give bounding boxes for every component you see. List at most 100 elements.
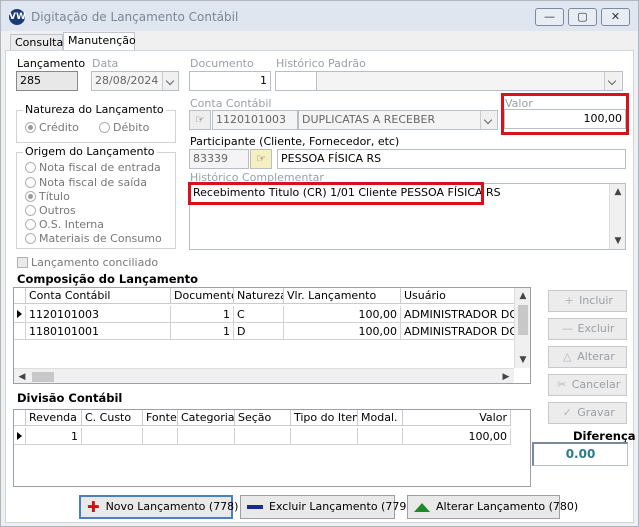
table-row[interactable]: 1180101001	[26, 323, 171, 340]
minimize-icon: —	[544, 10, 555, 23]
scroll-up-icon[interactable]: ▲	[515, 288, 530, 304]
composicao-grid: Conta Contábil Documento Natureza Vlr. L…	[13, 287, 531, 384]
cancelar-button[interactable]: ✂ Cancelar	[548, 374, 627, 396]
data-label: Data	[92, 57, 119, 70]
row-indicator-icon	[14, 306, 26, 323]
scroll-left-icon[interactable]: ◀	[14, 369, 30, 383]
scroll-down-icon[interactable]: ▼	[515, 352, 530, 368]
triangle-icon	[414, 502, 430, 512]
col-usuario[interactable]: Usuário	[401, 288, 515, 304]
table-row[interactable]: C	[234, 306, 284, 323]
origem-nf-entrada-radio[interactable]: Nota fiscal de entrada	[25, 161, 161, 174]
window-title: Digitação de Lançamento Contábil	[31, 10, 239, 24]
table-row[interactable]: ADMINISTRADOR DO	[401, 306, 515, 323]
alterar-button[interactable]: △ Alterar	[548, 346, 627, 368]
col-valor[interactable]: Valor	[403, 410, 511, 426]
composicao-hscroll[interactable]: ◀ ▶	[14, 368, 514, 383]
divisao-grid: Revenda C. Custo Fonte Categoria Seção T…	[13, 409, 531, 487]
historico-padrao-dropdown-icon[interactable]	[604, 72, 620, 90]
col-conta-contabil[interactable]: Conta Contábil	[26, 288, 171, 304]
table-row[interactable]: 1	[171, 306, 234, 323]
col-secao[interactable]: Seção	[235, 410, 291, 426]
table-row[interactable]: D	[234, 323, 284, 340]
scroll-right-icon[interactable]: ▶	[498, 369, 514, 383]
table-row[interactable]: 1	[171, 323, 234, 340]
col-fonte[interactable]: Fonte	[143, 410, 178, 426]
col-vlr-lancamento[interactable]: Vlr. Lançamento	[284, 288, 401, 304]
radio-unselected-icon	[25, 162, 36, 173]
natureza-debito-radio[interactable]: Débito	[99, 121, 149, 134]
novo-lancamento-button[interactable]: ✚ Novo Lançamento (778)	[79, 495, 238, 519]
excluir-button[interactable]: — Excluir	[548, 318, 627, 340]
natureza-credito-label: Crédito	[39, 121, 79, 134]
col-natureza[interactable]: Natureza	[234, 288, 284, 304]
table-row[interactable]	[143, 428, 178, 445]
alterar-label: Alterar	[577, 350, 615, 363]
table-row[interactable]	[178, 428, 235, 445]
historico-padrao-select[interactable]	[316, 71, 623, 91]
table-row[interactable]: 100,00	[284, 323, 401, 340]
table-row[interactable]	[82, 428, 143, 445]
origem-nf-saida-radio[interactable]: Nota fiscal de saída	[25, 176, 147, 189]
row-indicator	[14, 323, 26, 340]
conta-contabil-dropdown-icon[interactable]	[480, 111, 496, 129]
excluir-lancamento-button[interactable]: Excluir Lançamento (779)	[240, 495, 411, 519]
col-categoria[interactable]: Categoria	[178, 410, 235, 426]
conta-contabil-select[interactable]: DUPLICATAS A RECEBER	[298, 110, 498, 130]
participante-lookup-hand-icon[interactable]: ☞	[250, 149, 272, 169]
tab-manutencao[interactable]: Manutenção	[63, 32, 136, 51]
participante-code-field[interactable]: 83339	[189, 149, 249, 169]
scroll-down-icon[interactable]: ▼	[610, 233, 626, 249]
origem-os-interna-radio[interactable]: O.S. Interna	[25, 218, 104, 231]
table-row[interactable]: 1120101003	[26, 306, 171, 323]
origem-option-label: Nota fiscal de entrada	[39, 161, 161, 174]
conta-lookup-hand-icon[interactable]: ☞	[189, 110, 211, 130]
alterar-lancamento-button[interactable]: Alterar Lançamento (780)	[407, 495, 578, 519]
incluir-button[interactable]: + Incluir	[548, 290, 627, 312]
origem-materiais-radio[interactable]: Materiais de Consumo	[25, 232, 162, 245]
radio-unselected-icon	[99, 122, 110, 133]
conciliado-checkbox[interactable]: Lançamento conciliado	[17, 256, 158, 269]
composicao-vscroll[interactable]: ▲ ▼	[514, 288, 530, 368]
data-dropdown-icon[interactable]	[162, 72, 178, 90]
conta-contabil-label: Conta Contábil	[190, 97, 272, 110]
col-ccusto[interactable]: C. Custo	[82, 410, 143, 426]
gravar-button[interactable]: ✓ Gravar	[548, 402, 627, 424]
col-modal[interactable]: Modal.	[358, 410, 403, 426]
scroll-up-icon[interactable]: ▲	[610, 184, 626, 200]
col-tipo-item[interactable]: Tipo do Item	[291, 410, 358, 426]
vw-logo-icon: VW	[9, 9, 26, 25]
radio-selected-icon	[25, 122, 36, 133]
table-row[interactable]: 100,00	[284, 306, 401, 323]
scroll-thumb[interactable]	[518, 305, 528, 335]
natureza-credito-radio[interactable]: Crédito	[25, 121, 79, 134]
table-row[interactable]: 1	[26, 428, 82, 445]
data-value: 28/08/2024	[95, 74, 159, 87]
conta-contabil-code-field[interactable]: 1120101003	[212, 110, 298, 130]
col-revenda[interactable]: Revenda	[26, 410, 82, 426]
participante-name-field[interactable]: PESSOA FÍSICA RS	[277, 149, 626, 169]
table-row[interactable]	[291, 428, 358, 445]
table-row[interactable]	[358, 428, 403, 445]
scroll-thumb[interactable]	[32, 372, 54, 382]
lancamento-field[interactable]: 285	[16, 71, 78, 91]
origem-option-label: Materiais de Consumo	[39, 232, 162, 245]
table-row[interactable]	[235, 428, 291, 445]
origem-outros-radio[interactable]: Outros	[25, 204, 76, 217]
documento-field[interactable]: 1	[189, 71, 271, 91]
historico-padrao-code-field[interactable]	[275, 71, 317, 91]
maximize-button[interactable]: ▢	[568, 8, 597, 26]
close-button[interactable]: ✕	[601, 8, 630, 26]
origem-titulo-radio[interactable]: Título	[25, 190, 70, 203]
minimize-button[interactable]: —	[535, 8, 564, 26]
plus-icon: +	[564, 294, 574, 307]
historico-complementar-scrollbar[interactable]: ▲ ▼	[609, 184, 625, 249]
col-documento[interactable]: Documento	[171, 288, 234, 304]
diferenca-label: Diferença	[573, 429, 636, 443]
main-window: VW Digitação de Lançamento Contábil — ▢ …	[0, 0, 639, 527]
table-row[interactable]: 100,00	[403, 428, 511, 445]
table-row[interactable]: ADMINISTRADOR DO	[401, 323, 515, 340]
row-indicator-icon	[14, 428, 26, 445]
close-icon: ✕	[610, 10, 621, 23]
minus-icon	[247, 505, 263, 509]
